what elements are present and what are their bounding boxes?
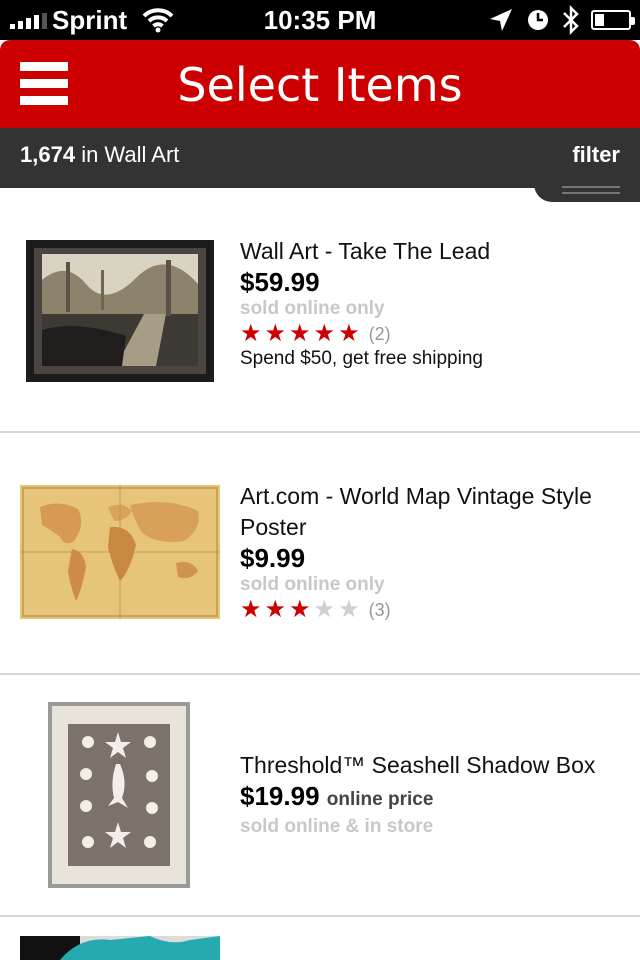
product-item[interactable]: Threshold™ Seashell Shadow Box $19.99 on… <box>0 675 640 917</box>
star-rating: ★ ★ ★ ★ ★ (2) <box>240 321 630 347</box>
star-icon: ★ <box>313 596 336 623</box>
result-count: 1,674 in Wall Art <box>20 142 179 168</box>
page-title: Select Items <box>177 58 463 112</box>
product-info: Threshold™ Seashell Shadow Box $19.99 on… <box>240 750 630 839</box>
product-image <box>20 485 220 619</box>
star-icon: ★ <box>338 596 360 623</box>
alarm-clock-icon <box>526 8 550 37</box>
product-price: $19.99 online price <box>240 781 630 815</box>
price-value: $19.99 <box>240 781 320 811</box>
star-icon: ★ <box>240 320 262 347</box>
star-icon: ★ <box>264 596 287 623</box>
product-info: Wall Art - Take The Lead $59.99 sold onl… <box>240 236 630 371</box>
review-count: (2) <box>368 323 391 344</box>
result-category: in Wall Art <box>81 142 180 167</box>
battery-icon <box>591 10 635 30</box>
star-icon: ★ <box>264 320 287 347</box>
product-item[interactable]: Art.com - World Map Vintage Style Poster… <box>0 433 640 675</box>
product-image <box>20 936 220 960</box>
star-rating: ★ ★ ★ ★ ★ (3) <box>240 597 630 623</box>
star-icon: ★ <box>289 596 311 623</box>
product-title: Threshold™ Seashell Shadow Box <box>240 752 596 778</box>
star-icon: ★ <box>338 320 360 347</box>
availability-text: sold online only <box>240 574 385 595</box>
product-title: Wall Art - Take The Lead <box>240 238 491 264</box>
availability-text: sold online only <box>240 298 385 319</box>
product-item[interactable] <box>0 917 640 960</box>
product-image <box>26 240 214 382</box>
product-title: Art.com - World Map Vintage Style Poster <box>240 483 592 540</box>
product-price: $59.99 <box>240 267 320 297</box>
app-header: Select Items <box>0 40 640 128</box>
review-count: (3) <box>368 599 391 620</box>
location-arrow-icon <box>488 7 514 38</box>
status-bar: Sprint 10:35 PM <box>0 0 640 40</box>
filter-label: filter <box>572 142 620 167</box>
result-count-number: 1,674 <box>20 142 76 167</box>
product-image <box>48 702 190 888</box>
availability-text: sold online & in store <box>240 816 434 837</box>
price-note: online price <box>326 789 434 810</box>
star-icon: ★ <box>240 596 262 623</box>
star-icon: ★ <box>289 320 311 347</box>
product-item[interactable]: Wall Art - Take The Lead $59.99 sold onl… <box>0 188 640 433</box>
star-icon: ★ <box>313 320 336 347</box>
bluetooth-icon <box>560 4 582 41</box>
product-price: $9.99 <box>240 543 306 573</box>
promo-text: Spend $50, get free shipping <box>240 348 483 369</box>
product-info: Art.com - World Map Vintage Style Poster… <box>240 481 630 623</box>
